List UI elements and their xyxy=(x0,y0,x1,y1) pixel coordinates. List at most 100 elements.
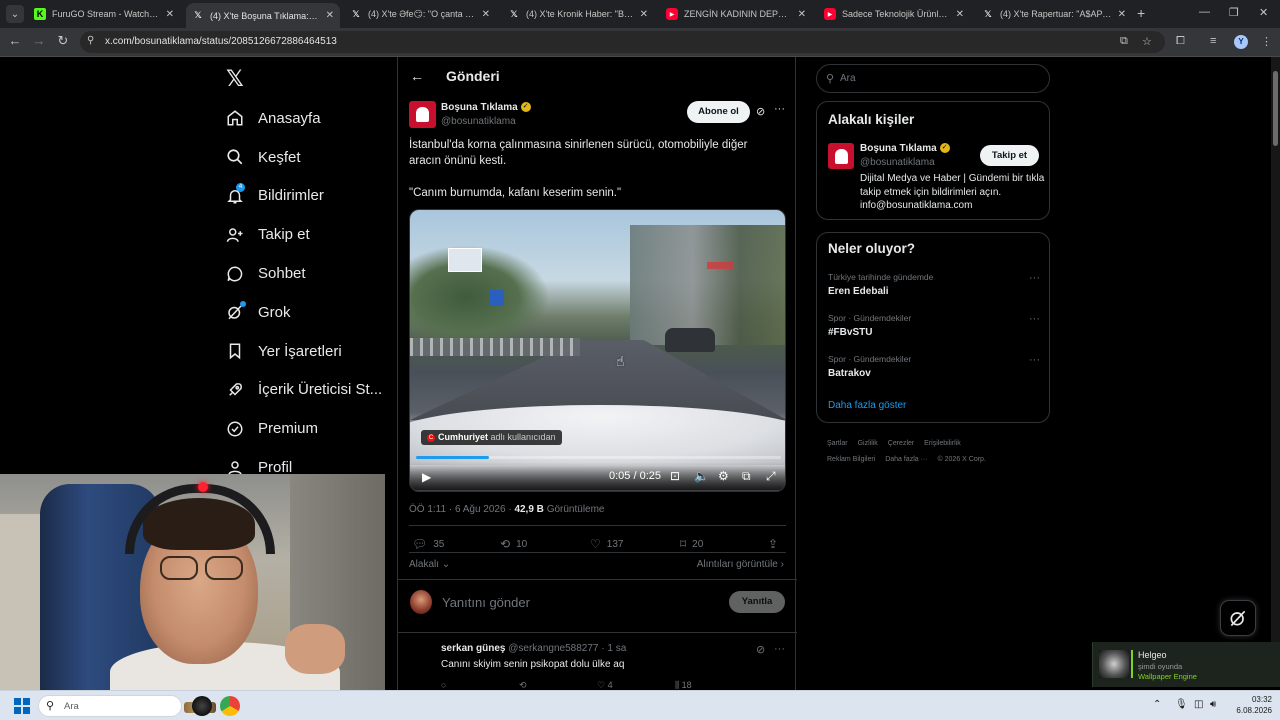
taskbar-search[interactable]: ⚲ Ara xyxy=(38,695,216,717)
video-credit[interactable]: C Cumhuriyet adlı kullanıcıdan xyxy=(421,430,562,445)
cast-icon[interactable]: ⧉ xyxy=(1120,35,1128,48)
sort-label[interactable]: Alakalı xyxy=(409,559,439,570)
author-avatar[interactable] xyxy=(409,101,436,128)
tray-chevron-icon[interactable]: ⌃ xyxy=(1153,699,1161,710)
nav-item-grok[interactable]: Grok xyxy=(224,293,382,332)
more-options-icon[interactable]: ··· xyxy=(1029,313,1040,325)
footer-link[interactable]: Çerezler xyxy=(888,440,914,447)
browser-tab-active[interactable]: 𝕏 (4) X'te Boşuna Tıklama: "İstanb ✕ xyxy=(186,3,340,28)
reply-sort-dropdown[interactable]: Alakalı ⌄ xyxy=(409,559,450,570)
reply-input[interactable]: Yanıtını gönder xyxy=(442,595,530,610)
nav-item-notifications[interactable]: 4 Bildirimler xyxy=(224,177,382,216)
trend-item[interactable]: Türkiye tarihinde gündemde Eren Edebali … xyxy=(828,272,1040,297)
reply-button[interactable]: 💬︎ 35 xyxy=(412,537,444,551)
like-button[interactable]: ♡ 137 xyxy=(590,537,623,551)
more-options-icon[interactable]: ··· xyxy=(774,103,785,115)
play-icon[interactable]: ▶ xyxy=(422,470,431,484)
url-text[interactable]: x.com/bosunatiklama/status/2085126672886… xyxy=(105,36,337,47)
related-avatar[interactable] xyxy=(828,143,854,169)
nav-item-home[interactable]: Anasayfa xyxy=(224,99,382,138)
more-options-icon[interactable]: ··· xyxy=(1029,272,1040,284)
nav-item-creator-studio[interactable]: İçerik Üreticisi St... xyxy=(224,371,382,410)
obs-app-icon[interactable] xyxy=(192,696,212,716)
browser-tab[interactable]: K FuruGO Stream - Watch Live on ✕ xyxy=(28,3,180,25)
quotes-label[interactable]: Alıntıları görüntüle xyxy=(697,559,778,570)
nav-item-follow[interactable]: Takip et xyxy=(224,215,382,254)
video-progress-bar[interactable] xyxy=(416,456,781,459)
footer-link[interactable]: Gizlilik xyxy=(858,440,878,447)
minimize-icon[interactable]: — xyxy=(1199,6,1210,18)
page-scrollbar[interactable] xyxy=(1271,57,1280,687)
fullscreen-icon[interactable]: ⤢ xyxy=(766,469,776,484)
browser-tab[interactable]: ▶ ZENGİN KADININ DEPOSUNU... ✕ xyxy=(660,3,812,25)
post-timestamp[interactable]: ÖÖ 1:11 · 6 Ağu 2026 · xyxy=(409,504,512,515)
close-icon[interactable]: ✕ xyxy=(1118,9,1126,20)
close-icon[interactable]: ✕ xyxy=(640,9,648,20)
scrollbar-thumb[interactable] xyxy=(1273,71,1278,146)
chrome-app-icon[interactable] xyxy=(220,696,240,716)
forward-icon[interactable]: → xyxy=(31,33,47,51)
my-avatar[interactable] xyxy=(410,590,432,614)
subscribe-button[interactable]: Abone ol xyxy=(687,101,750,123)
close-icon[interactable]: ✕ xyxy=(956,9,964,20)
close-icon[interactable]: ✕ xyxy=(326,10,334,21)
tab-search-menu-icon[interactable]: ⌄ xyxy=(6,5,24,23)
footer-link[interactable]: Daha fazla ··· xyxy=(885,456,927,463)
x-logo-icon[interactable]: 𝕏 xyxy=(226,66,244,92)
trend-name[interactable]: Eren Edebali xyxy=(828,286,1040,297)
microphone-icon[interactable]: 🎙︎ xyxy=(1175,699,1188,710)
new-tab-button[interactable]: + xyxy=(1137,5,1151,23)
grok-chat-button[interactable] xyxy=(1220,600,1256,636)
reply-submit-button[interactable]: Yanıtla xyxy=(729,591,785,613)
more-options-icon[interactable]: ··· xyxy=(1029,354,1040,366)
taskbar-search-input[interactable]: Ara xyxy=(64,701,79,712)
footer-link[interactable]: Erişilebilirlik xyxy=(924,440,961,447)
back-arrow-icon[interactable]: ← xyxy=(410,68,424,84)
extensions-icon[interactable]: ⧠ xyxy=(1176,35,1185,48)
nav-item-chat[interactable]: Sohbet xyxy=(224,254,382,293)
windows-start-icon[interactable] xyxy=(14,698,30,714)
search-input[interactable]: Ara xyxy=(840,73,856,84)
author-name-text[interactable]: Boşuna Tıklama xyxy=(441,102,518,113)
show-more-link[interactable]: Daha fazla göster xyxy=(828,400,906,411)
volume-icon[interactable]: 🔈 xyxy=(694,469,709,483)
grok-explain-icon[interactable]: ⊘ xyxy=(756,643,765,656)
browser-tab[interactable]: 𝕏 (4) X'te Kronik Haber: "Bir ev kı ✕ xyxy=(502,3,654,25)
follow-button[interactable]: Takip et xyxy=(980,145,1039,166)
window-close-icon[interactable]: ✕ xyxy=(1259,6,1268,19)
restore-icon[interactable]: ❐ xyxy=(1229,6,1239,19)
browser-tab[interactable]: 𝕏 (4) X'te Rapertuar: "A$AP Rocky ✕ xyxy=(976,3,1132,25)
repost-button[interactable]: ⟲ 10 xyxy=(500,537,527,551)
footer-link[interactable]: Reklam Bilgileri xyxy=(827,456,875,463)
profile-avatar[interactable]: Y xyxy=(1234,35,1248,49)
site-info-icon[interactable]: ⚲ xyxy=(87,35,94,46)
related-handle[interactable]: @bosunatiklama xyxy=(860,157,935,168)
reload-icon[interactable]: ↻ xyxy=(55,33,71,51)
close-icon[interactable]: ✕ xyxy=(166,9,174,20)
related-name-text[interactable]: Boşuna Tıklama xyxy=(860,143,937,154)
menu-icon[interactable]: ⋮ xyxy=(1261,35,1272,48)
network-icon[interactable]: ◫ xyxy=(1194,699,1203,710)
close-icon[interactable]: ✕ xyxy=(798,9,806,20)
more-options-icon[interactable]: ··· xyxy=(774,643,785,655)
nav-item-bookmarks[interactable]: Yer İşaretleri xyxy=(224,332,382,371)
share-button[interactable]: ⇪ xyxy=(768,537,784,551)
video-player[interactable]: ☝ C Cumhuriyet adlı kullanıcıdan ▶ 0:05 /… xyxy=(409,209,786,492)
search-box[interactable]: ⚲ Ara xyxy=(816,64,1050,93)
trend-name[interactable]: Batrakov xyxy=(828,368,1040,379)
volume-icon[interactable]: 🔊︎ xyxy=(1210,699,1216,710)
grok-explain-icon[interactable]: ⊘ xyxy=(756,105,765,118)
credit-source[interactable]: Cumhuriyet xyxy=(438,432,488,442)
system-clock[interactable]: 03:32 6.08.2026 xyxy=(1226,694,1272,716)
browser-tab[interactable]: ▶ Sadece Teknolojik Ürünler! Top ✕ xyxy=(818,3,970,25)
trend-item[interactable]: Spor · Gündemdekiler #FBvSTU ··· xyxy=(828,313,1040,338)
nav-item-premium[interactable]: Premium xyxy=(224,409,382,448)
settings-gear-icon[interactable]: ⚙ xyxy=(718,469,729,483)
omnibox[interactable]: ⚲ x.com/bosunatiklama/status/20851266728… xyxy=(80,31,1165,53)
bookmark-star-icon[interactable]: ☆ xyxy=(1142,35,1152,48)
tab-groups-icon[interactable]: ≡ xyxy=(1210,35,1216,47)
comment-name[interactable]: serkan güneş xyxy=(441,643,505,654)
close-icon[interactable]: ✕ xyxy=(482,9,490,20)
pip-icon[interactable]: ⧉ xyxy=(742,469,751,484)
author-name[interactable]: Boşuna Tıklama ✓ xyxy=(441,102,531,113)
